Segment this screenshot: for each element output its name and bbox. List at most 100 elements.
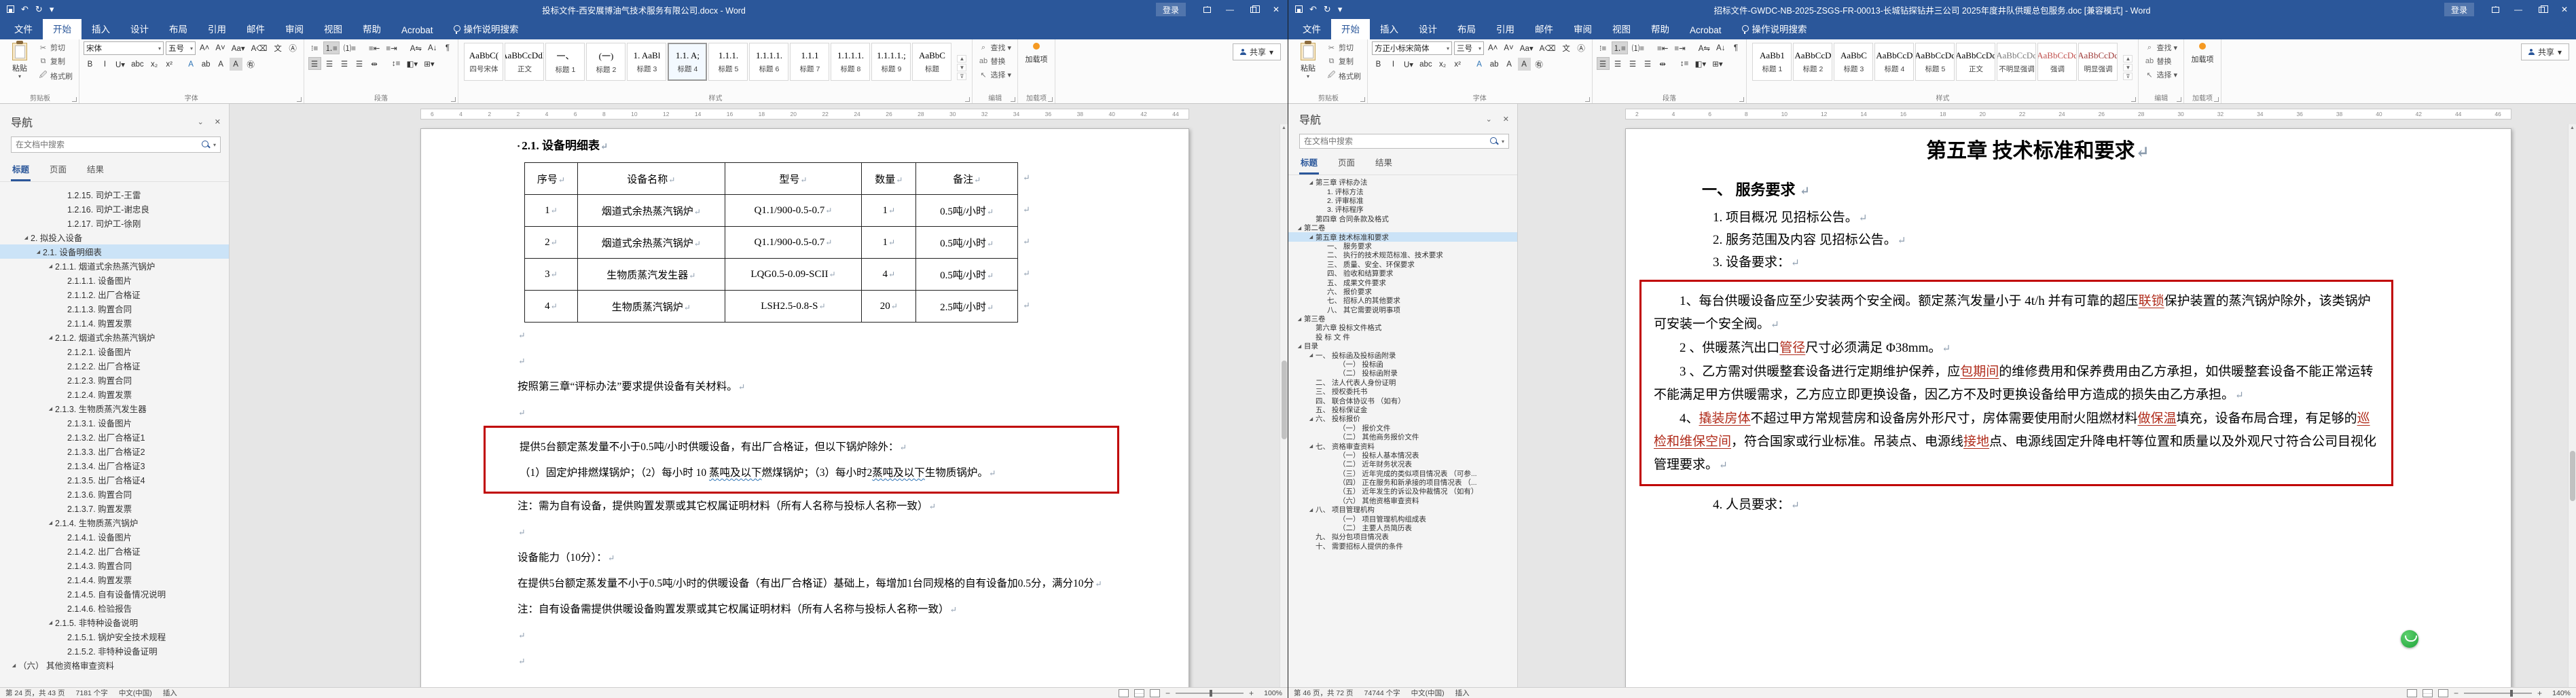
nav-search-box[interactable]: ▾ <box>1299 134 1509 149</box>
align-center-button[interactable]: ☰ <box>323 57 336 70</box>
nav-heading-item[interactable]: ◢ 八、 项目管理机构 <box>1288 505 1517 514</box>
style-标题 4[interactable]: 1.1. A; 标题 4 <box>668 43 708 81</box>
change-case-button[interactable]: Aa▾ <box>1518 42 1536 55</box>
tab-审阅[interactable]: 审阅 <box>275 18 314 39</box>
nav-heading-item[interactable]: （二） 近年财务状况表 <box>1288 460 1517 469</box>
show-marks-button[interactable]: ¶ <box>441 41 454 54</box>
superscript-button[interactable]: x² <box>1451 58 1464 71</box>
align-center-button[interactable]: ☰ <box>1612 57 1625 70</box>
nav-heading-item[interactable]: （一） 投标函 <box>1288 360 1517 369</box>
format-painter-button[interactable]: 🖉 格式刷 <box>1325 69 1363 83</box>
share-button[interactable]: 共享 ▾ <box>2520 43 2569 60</box>
superscript-button[interactable]: x² <box>163 58 176 71</box>
tab-Acrobat[interactable]: Acrobat <box>1680 21 1732 39</box>
zoom-percent[interactable]: 100% <box>1259 689 1282 697</box>
tell-me-search[interactable]: 操作说明搜索 <box>1732 18 1817 39</box>
document-page[interactable]: 第五章 技术标准和要求↵ 一、 服务要求 ↵ 1. 项目概况 见招标公告。↵ 2. 服… <box>1625 128 2511 687</box>
char-shading-button[interactable]: A <box>1517 58 1531 71</box>
align-right-button[interactable]: ☰ <box>338 57 351 70</box>
nav-heading-item[interactable]: 2.1.4.1. 设备图片 <box>0 530 229 544</box>
nav-heading-item[interactable]: （二） 主要人员简历表 <box>1288 524 1517 532</box>
nav-heading-item[interactable]: （一） 投标人基本情况表 <box>1288 451 1517 460</box>
multilevel-list-button[interactable]: ⑴≡ <box>342 41 358 54</box>
dialog-launcher-icon[interactable] <box>1584 97 1590 102</box>
gallery-up-icon[interactable]: ▲ <box>2123 55 2133 62</box>
redo-icon[interactable]: ↻ <box>35 4 43 15</box>
dialog-launcher-icon[interactable] <box>2177 97 2182 102</box>
nav-heading-item[interactable]: （一） 报价文件 <box>1288 424 1517 433</box>
nav-heading-item[interactable]: ◢ 第二卷 <box>1288 223 1517 232</box>
nav-heading-item[interactable]: 五、 成果文件要求 <box>1288 278 1517 287</box>
style-四号宋体[interactable]: AaBbC(四号宋体 <box>464 43 504 81</box>
search-icon[interactable] <box>201 140 211 150</box>
tab-文件[interactable]: 文件 <box>4 18 43 39</box>
nav-heading-item[interactable]: 2. 评审标准 <box>1288 196 1517 205</box>
nav-search-input[interactable] <box>16 140 201 149</box>
search-icon[interactable] <box>1489 136 1500 147</box>
font-size-combo[interactable]: 五号 ▾ <box>166 41 196 55</box>
tab-帮助[interactable]: 帮助 <box>352 18 391 39</box>
bullets-button[interactable]: ⁝≡ <box>1597 41 1610 54</box>
font-name-combo[interactable]: 宋体 ▾ <box>84 41 164 55</box>
shading-button[interactable]: ◧▾ <box>1693 57 1709 70</box>
nav-pane-close-icon[interactable]: ✕ <box>1503 115 1509 124</box>
font-name-combo[interactable]: 方正小标宋简体 ▾ <box>1372 41 1452 55</box>
nav-tab-结果[interactable]: 结果 <box>1374 153 1394 174</box>
zoom-in-icon[interactable]: + <box>1249 688 1254 698</box>
nav-pane-close-icon[interactable]: ✕ <box>215 117 221 126</box>
copy-button[interactable]: ⧉ 复制 <box>1325 55 1363 67</box>
addins-button[interactable]: 加载项 <box>2188 41 2217 94</box>
nav-heading-item[interactable]: ◢ 2.1.3. 生物质蒸汽发生器 <box>0 401 229 416</box>
cut-button[interactable]: ✂ 剪切 <box>1325 41 1363 54</box>
bullets-button[interactable]: ⁝≡ <box>308 41 321 54</box>
align-left-button[interactable]: ☰ <box>1596 57 1610 70</box>
zoom-out-icon[interactable]: − <box>1165 688 1170 698</box>
nav-heading-item[interactable]: 2.1.3.5. 出厂合格证4 <box>0 473 229 487</box>
gallery-up-icon[interactable]: ▲ <box>957 55 967 62</box>
style-标题 9[interactable]: 1.1.1.1.; 标题 9 <box>871 43 911 81</box>
nav-heading-item[interactable]: 投 标 文 件 <box>1288 333 1517 342</box>
underline-button[interactable]: U▾ <box>113 58 127 71</box>
find-button[interactable]: ⌕ 查找 ▾ <box>977 41 1013 54</box>
tab-引用[interactable]: 引用 <box>1486 18 1525 39</box>
nav-heading-item[interactable]: 2.1.5.2. 非特种设备证明 <box>0 644 229 658</box>
nav-heading-item[interactable]: 2.1.4.2. 出厂合格证 <box>0 544 229 558</box>
insert-mode[interactable]: 插入 <box>163 688 177 698</box>
tell-me-search[interactable]: 操作说明搜索 <box>443 18 529 39</box>
nav-heading-item[interactable]: 1.2.17. 司炉工-徐刚 <box>0 216 229 230</box>
paste-button[interactable]: 粘贴 ▾ <box>1294 41 1322 94</box>
style-标题 7[interactable]: 1.1.1 标题 7 <box>790 43 830 81</box>
clear-format-button[interactable]: A⌫ <box>249 42 270 55</box>
clear-format-button[interactable]: A⌫ <box>1538 42 1558 55</box>
char-border-button[interactable]: Ⓐ <box>287 42 300 55</box>
style-标题 4[interactable]: AaBbCcD 标题 4 <box>1874 43 1915 81</box>
gallery-down-icon[interactable]: ▼ <box>2123 64 2133 71</box>
dialog-launcher-icon[interactable] <box>2214 97 2219 102</box>
zoom-in-icon[interactable]: + <box>2537 688 2542 698</box>
minimize-icon[interactable]: — <box>1218 0 1241 19</box>
nav-heading-item[interactable]: （三） 近年完成的类似项目情况表 （可参... <box>1288 469 1517 478</box>
nav-heading-item[interactable]: 2.1.3.4. 出厂合格证3 <box>0 458 229 473</box>
subscript-button[interactable]: x₂ <box>148 58 161 71</box>
tab-开始[interactable]: 开始 <box>1331 18 1370 39</box>
zoom-out-icon[interactable]: − <box>2454 688 2459 698</box>
strikethrough-button[interactable]: abc <box>129 58 146 71</box>
dialog-launcher-icon[interactable] <box>1360 97 1365 102</box>
scrollbar-thumb[interactable] <box>1282 361 1287 440</box>
nav-heading-item[interactable]: 1. 评标方法 <box>1288 187 1517 196</box>
char-border-button[interactable]: Ⓐ <box>1575 42 1588 55</box>
style-正文[interactable]: AaBbCcDd 正文 <box>1956 43 1996 81</box>
scrollbar-thumb[interactable] <box>2570 450 2575 502</box>
highlight-button[interactable]: ab <box>1488 58 1501 71</box>
nav-heading-item[interactable]: 2.1.4.4. 购置发票 <box>0 572 229 587</box>
insert-mode[interactable]: 插入 <box>1455 688 1470 698</box>
style-标题[interactable]: AaBbC 标题 <box>912 43 952 81</box>
italic-button[interactable]: I <box>98 58 111 71</box>
document-page[interactable]: ▪ 2.1. 设备明细表↵ 序号↵ 设备名称↵ 型号↵ 数量↵ 备注↵ 1↵ 烟道式余热蒸汽锅炉… <box>420 128 1189 687</box>
enclose-char-button[interactable]: ㊒ <box>1533 58 1546 71</box>
style-标题 1[interactable]: 一、 标题 1 <box>545 43 585 81</box>
format-painter-button[interactable]: 🖉 格式刷 <box>37 69 75 83</box>
nav-heading-item[interactable]: 六、 报价要求 <box>1288 287 1517 296</box>
decrease-indent-button[interactable]: ≡⇤ <box>1655 41 1670 54</box>
nav-heading-item[interactable]: ◢ 七、 资格审查资料 <box>1288 441 1517 451</box>
